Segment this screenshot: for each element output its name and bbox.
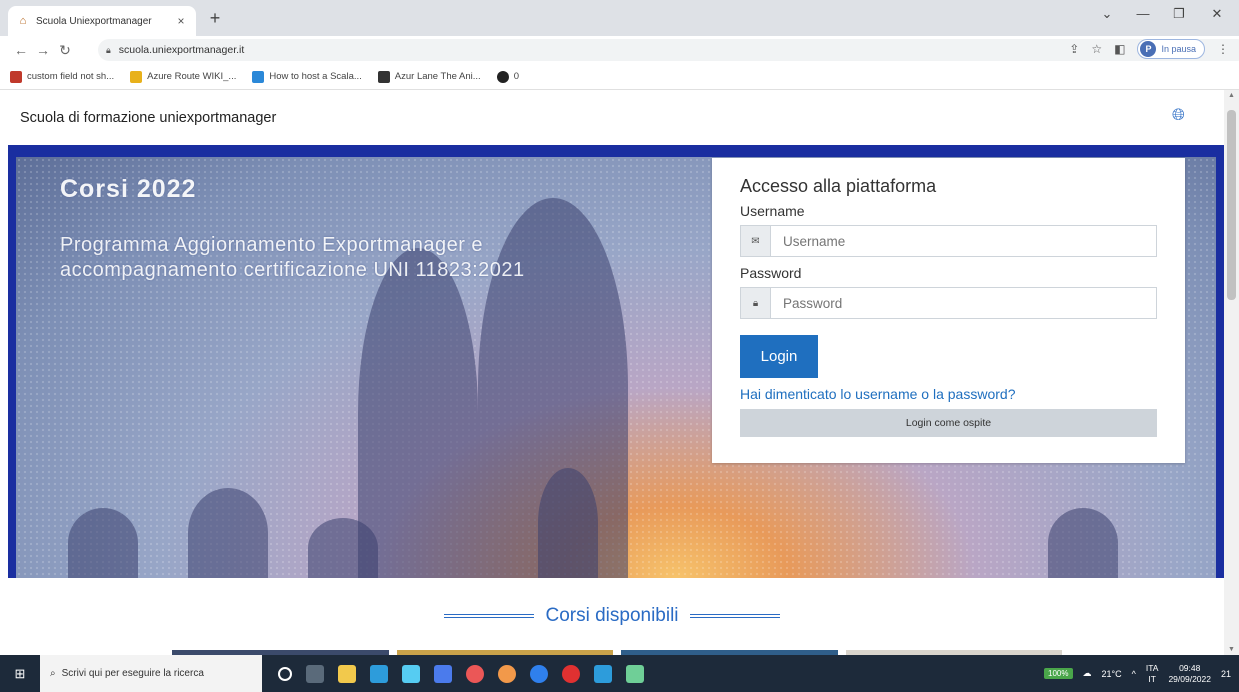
share-icon[interactable]: ⇪ [1069,42,1079,56]
scrollbar-thumb[interactable] [1227,110,1236,300]
new-tab-button[interactable]: + [204,8,226,30]
profile-button[interactable]: P In pausa [1137,39,1205,59]
person-silhouette [188,488,268,578]
chevron-up-icon[interactable]: ^ [1132,669,1136,679]
password-field-group: 🔒︎ [740,287,1157,319]
section-title: Corsi disponibili [545,605,679,626]
person-silhouette [68,508,138,578]
forgot-password-link[interactable]: Hai dimenticato lo username o la passwor… [740,386,1157,402]
bookmark-item[interactable]: 0 [496,70,519,83]
firefox-icon[interactable] [498,664,516,683]
scroll-up-icon[interactable]: ▲ [1224,92,1239,99]
language-indicator[interactable]: ITA IT [1146,663,1159,685]
tab-search-icon[interactable]: ⌄ [1092,6,1122,22]
notepad-icon[interactable] [626,664,644,683]
available-courses-heading: Corsi disponibili [0,605,1224,627]
taskbar-search-placeholder: Scrivi qui per eseguire la ricerca [61,668,204,679]
windows-taskbar: ⊞ ⌕ Scrivi qui per eseguire la ricerca 1… [0,655,1239,692]
close-window-button[interactable]: ✕ [1202,6,1232,22]
login-panel: Accesso alla piattaforma Username ✉ Pass… [712,158,1185,463]
skype-icon[interactable] [594,664,612,683]
envelope-icon: ✉ [741,226,771,256]
browser-toolbar: ← → ↻ 🔒︎ scuola.uniexportmanager.it ⇪ ☆ … [0,36,1239,64]
chrome-icon[interactable] [466,664,484,683]
password-input[interactable] [771,288,1156,318]
forward-arrow-icon[interactable]: → [32,42,54,58]
person-silhouette [358,248,478,578]
padlock-icon: 🔒︎ [741,288,771,318]
bookmark-item[interactable]: Azure Route WIKI_... [130,70,236,83]
edge-icon[interactable] [402,664,420,683]
temperature[interactable]: 21°C [1102,669,1122,679]
bookmark-item[interactable]: Azur Lane The Ani... [377,70,481,83]
outlook-icon[interactable] [434,664,452,683]
page-scrollbar[interactable]: ▲ ▼ [1224,90,1239,655]
divider [444,613,535,618]
username-field-group: ✉ [740,225,1157,257]
bookmark-item[interactable]: custom field not sh... [10,70,114,83]
notification-center-icon[interactable]: 21 [1221,669,1231,679]
minimize-button[interactable]: — [1128,6,1158,21]
mail-icon[interactable] [370,664,388,683]
file-explorer-icon[interactable] [338,664,356,683]
bookmarks-bar: custom field not sh... Azure Route WIKI_… [0,64,1239,90]
person-silhouette [308,518,378,578]
login-heading: Accesso alla piattaforma [740,176,937,196]
bookmark-item[interactable]: How to host a Scala... [252,70,362,83]
avatar: P [1140,41,1157,57]
browser-tab[interactable]: ⌂ Scuola Uniexportmanager × [8,6,196,36]
lock-icon: 🔒︎ [106,44,111,55]
task-view-icon[interactable] [306,664,324,683]
hero-subtitle: Programma Aggiornamento Exportmanager e … [60,234,525,281]
hero-title: Corsi 2022 [60,175,197,203]
clock[interactable]: 09:48 29/09/2022 [1168,663,1211,685]
globe-language-icon[interactable]: 🌐︎ [1172,107,1190,125]
divider [689,613,780,618]
guest-login-button[interactable]: Login come ospite [740,409,1157,437]
github-icon [496,70,509,83]
password-label: Password [740,265,802,281]
reload-icon[interactable]: ↻ [54,42,76,59]
windows-start-icon[interactable]: ⊞ [0,655,40,692]
taskbar-search[interactable]: ⌕ Scrivi qui per eseguire la ricerca [40,655,262,692]
pinned-apps [278,664,644,683]
system-tray: 100% ☁ 21°C ^ ITA IT 09:48 29/09/2022 21 [1044,655,1239,692]
menu-kebab-icon[interactable]: ⋮ [1217,42,1229,56]
login-button[interactable]: Login [740,335,818,378]
opera-icon[interactable] [562,664,580,683]
address-bar[interactable]: 🔒︎ scuola.uniexportmanager.it [98,39,1239,61]
username-input[interactable] [771,226,1156,256]
cortana-icon[interactable] [278,666,292,681]
battery-indicator[interactable]: 100% [1044,668,1073,679]
bookmark-star-icon[interactable]: ☆ [1091,42,1102,56]
site-name[interactable]: Scuola di formazione uniexportmanager [20,110,276,126]
profile-status: In pausa [1161,44,1196,54]
person-silhouette [1048,508,1118,578]
weather-icon[interactable]: ☁ [1083,668,1092,679]
person-silhouette [538,468,598,578]
site-header: Scuola di formazione uniexportmanager 🌐︎ [0,90,1224,145]
tab-title: Scuola Uniexportmanager [36,15,152,27]
azur-lane-icon [377,70,390,83]
ms-icon [252,70,265,83]
close-tab-icon[interactable]: × [174,14,188,28]
w-icon [10,70,22,83]
side-panel-icon[interactable]: ◧ [1114,42,1125,56]
username-label: Username [740,203,805,219]
maximize-button[interactable]: ❐ [1164,6,1194,22]
url-text: scuola.uniexportmanager.it [118,44,245,56]
scroll-down-icon[interactable]: ▼ [1224,646,1239,653]
site-favicon-icon: ⌂ [19,15,27,27]
azure-icon [130,70,143,83]
browser-tab-bar: ⌂ Scuola Uniexportmanager × + ⌄ — ❐ ✕ [0,0,1239,36]
teams-icon[interactable] [530,664,548,683]
search-icon: ⌕ [50,668,56,679]
back-arrow-icon[interactable]: ← [10,42,32,58]
